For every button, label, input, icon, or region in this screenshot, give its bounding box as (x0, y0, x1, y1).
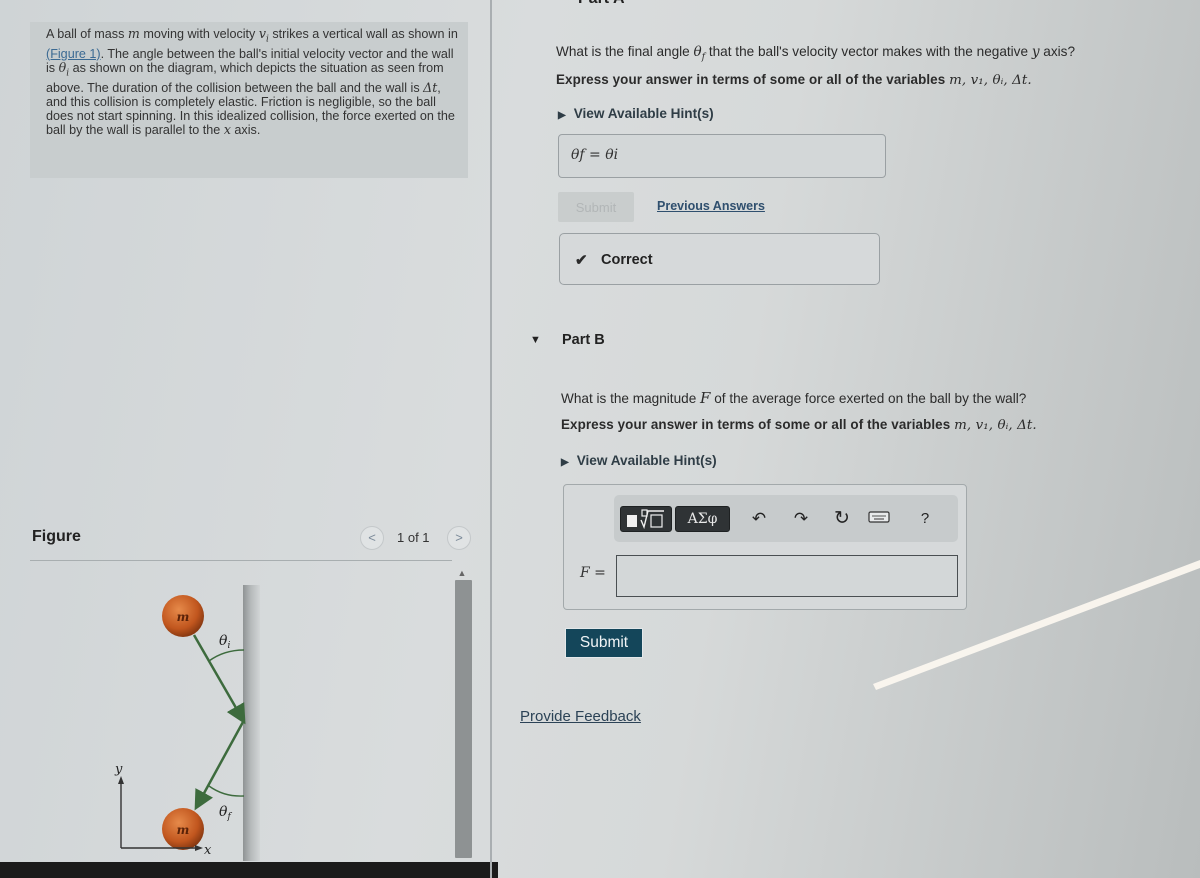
figure-scrollbar[interactable] (455, 580, 472, 858)
theta-i-arc (208, 649, 245, 662)
axis-x-label: x (204, 843, 212, 858)
ball-initial: m (162, 595, 204, 637)
figure-diagram: m m θi θf y x (114, 585, 260, 861)
undo-icon[interactable]: ↶ (748, 508, 770, 530)
var-delta-t: Δt (423, 79, 438, 95)
correct-label: Correct (601, 252, 653, 268)
var-v-initial: vi (258, 26, 269, 45)
part-a-title: Part A (578, 0, 625, 8)
checkmark-icon: ✔ (575, 252, 588, 269)
var-theta-i: θi (58, 59, 70, 79)
part-b-submit-button[interactable]: Submit (565, 628, 643, 658)
provide-feedback-link[interactable]: Provide Feedback (520, 708, 641, 725)
var-m: m (127, 26, 140, 41)
figure-link[interactable]: (Figure 1) (46, 47, 101, 61)
figure-title: Figure (32, 528, 81, 545)
part-b-collapse-toggle[interactable]: ▼ (530, 334, 541, 346)
correct-feedback: ✔ Correct (559, 233, 880, 285)
part-a-instruction: Express your answer in terms of some or … (556, 72, 1032, 88)
problem-panel: A ball of mass m moving with velocity vi… (0, 0, 498, 878)
axis-y-label: y (114, 762, 123, 777)
f-input-label: F = (580, 565, 606, 581)
symbols-button[interactable]: ΑΣφ (675, 506, 730, 532)
caret-right-icon: ▶ (558, 110, 566, 121)
part-a-submit-button[interactable]: Submit (558, 192, 634, 222)
ball-final: m (162, 808, 204, 850)
ball-mass-label: m (177, 823, 190, 837)
var-x: x (223, 122, 231, 138)
chevron-right-icon[interactable]: > (447, 526, 471, 550)
help-icon[interactable]: ? (914, 508, 936, 530)
figure-page-count: 1 of 1 (397, 530, 430, 545)
redo-icon[interactable]: ↷ (790, 508, 812, 530)
chevron-left-icon[interactable]: < (360, 526, 384, 550)
keyboard-icon[interactable] (868, 508, 890, 530)
previous-answers-link[interactable]: Previous Answers (657, 199, 765, 213)
part-a-hint-link[interactable]: ▶ View Available Hint(s) (558, 106, 714, 121)
f-answer-input[interactable] (616, 555, 958, 597)
templates-sqrt-icon[interactable] (620, 506, 672, 532)
figure-header: Figure < 1 of 1 > (30, 524, 471, 554)
caret-right-icon: ▶ (561, 457, 569, 468)
reset-icon[interactable]: ↻ (831, 508, 853, 530)
part-a-question: What is the final angle θf that the ball… (556, 44, 1076, 63)
part-b-hint-link[interactable]: ▶ View Available Hint(s) (561, 453, 717, 468)
question-panel: Part A What is the final angle θf that t… (492, 0, 1200, 878)
theta-f-label: θf (219, 804, 232, 822)
part-b-question: What is the magnitude F of the average f… (561, 389, 1027, 407)
outgoing-velocity-arrow (194, 721, 245, 811)
wall (243, 585, 260, 861)
part-b-title[interactable]: Part B (562, 332, 605, 348)
problem-statement: A ball of mass m moving with velocity vi… (30, 22, 468, 178)
theta-i-label: θi (219, 633, 230, 651)
part-b-answer-area: ΑΣφ ↶ ↷ ↻ ? F = (563, 484, 967, 610)
part-a-answer-display: θf = θi (558, 134, 886, 178)
theta-f-arc (208, 785, 245, 797)
part-b-instruction: Express your answer in terms of some or … (561, 417, 1037, 433)
math-toolbar: ΑΣφ ↶ ↷ ↻ ? (614, 495, 958, 542)
scroll-up-arrow[interactable]: ▲ (456, 568, 468, 580)
part-a-answer-value: θf = θi (571, 147, 619, 163)
figure-divider (30, 560, 452, 561)
ball-mass-label: m (177, 610, 190, 624)
screen-bottom-edge (0, 862, 498, 878)
